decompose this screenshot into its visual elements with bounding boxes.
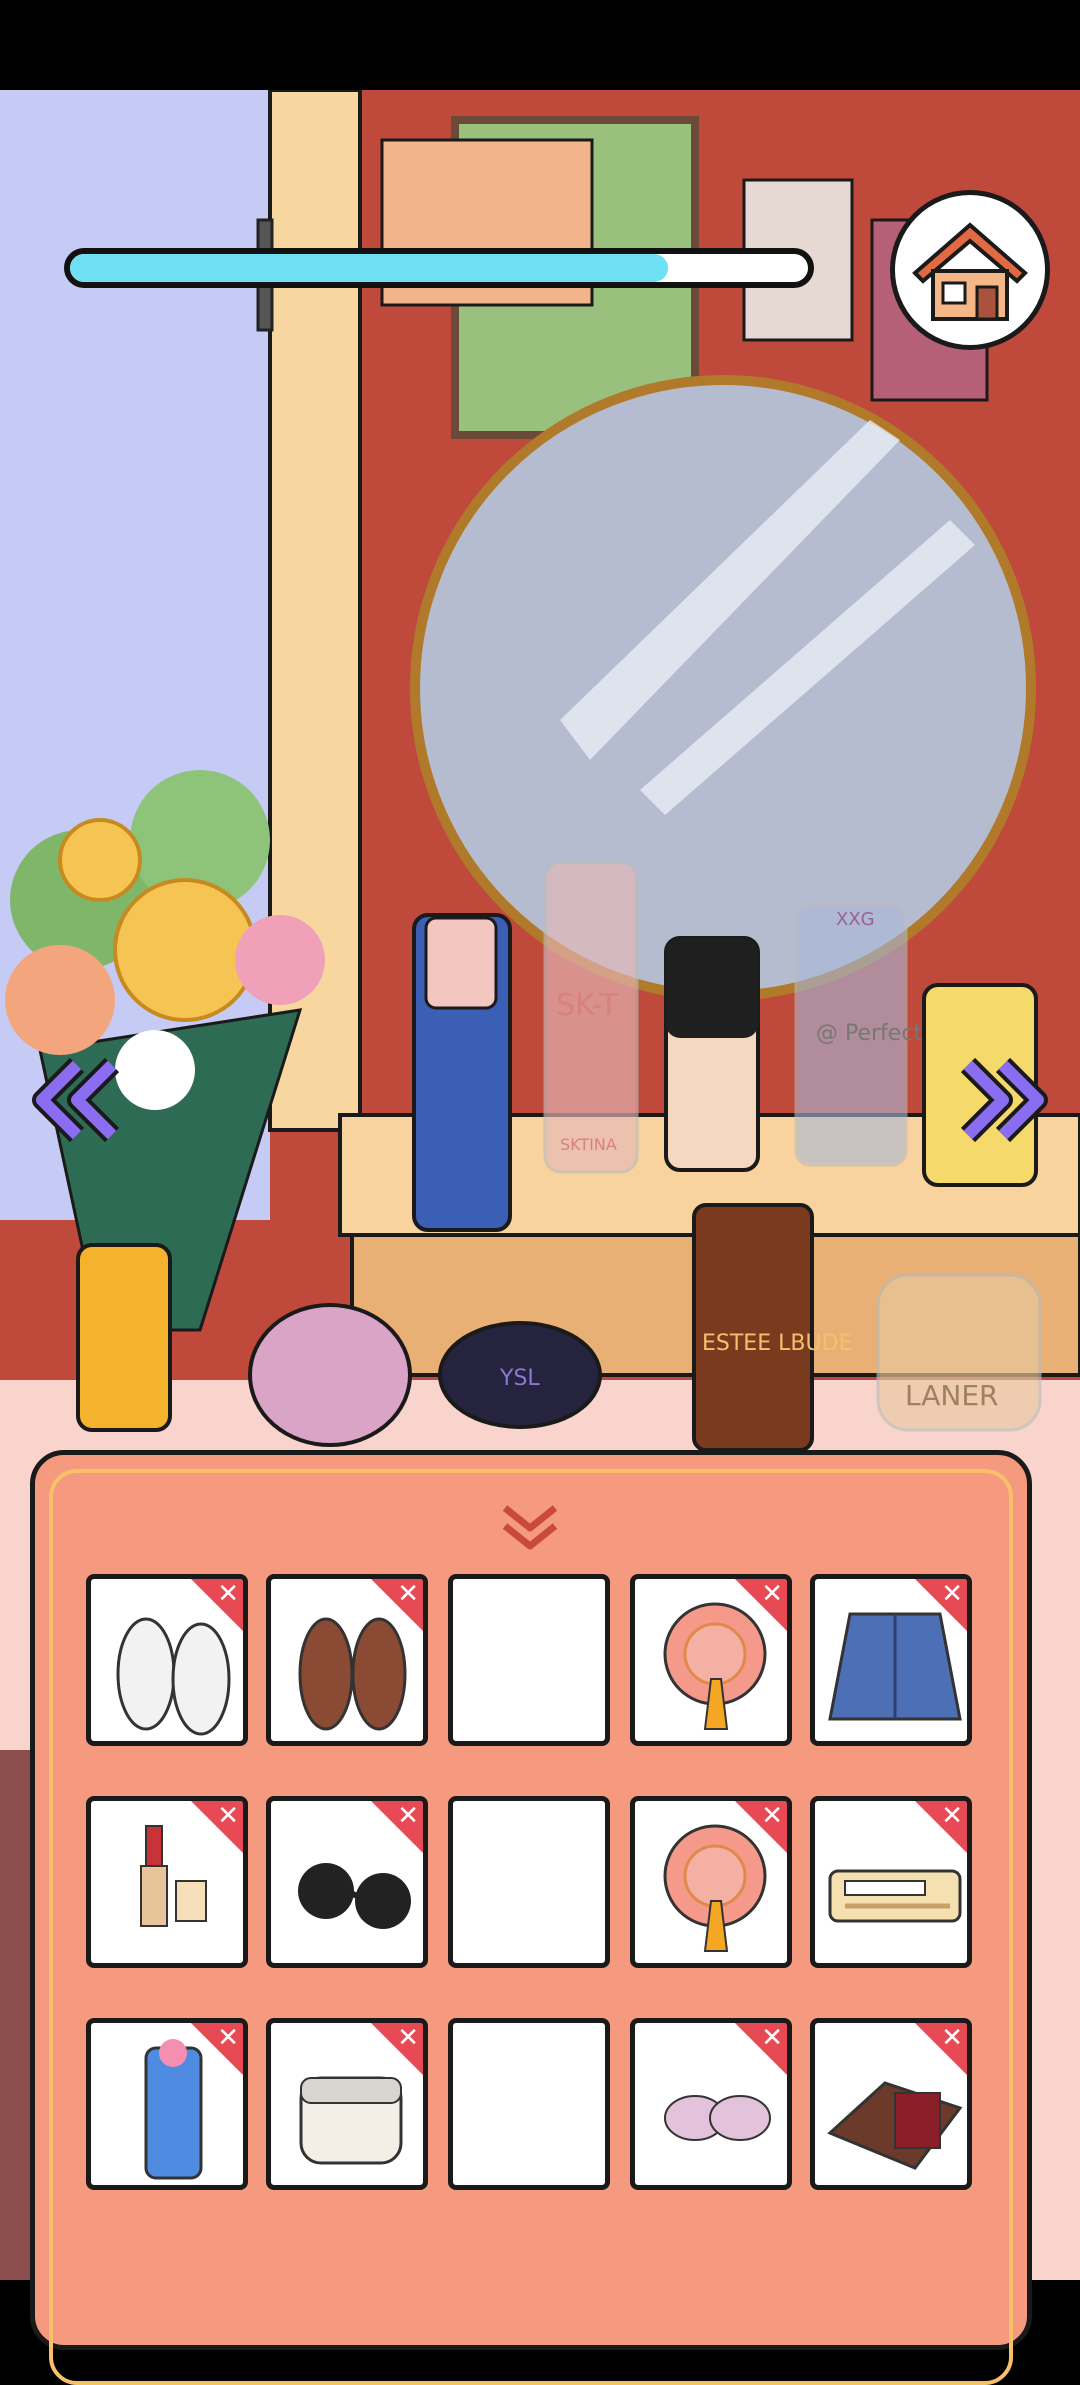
- inventory-slot-cream-jar[interactable]: LANER✕: [266, 2018, 428, 2190]
- sunscreen-bottle[interactable]: [76, 1243, 172, 1432]
- inventory-slot-empty-slot[interactable]: [448, 1796, 610, 1968]
- close-icon[interactable]: ✕: [397, 1801, 419, 1831]
- double-chevron-down-icon: [502, 1505, 558, 1550]
- serum-bottle[interactable]: [692, 1203, 814, 1452]
- inventory-slot-passport-wallet[interactable]: ✕: [810, 2018, 972, 2190]
- inventory-slot-lace-bra[interactable]: ✕: [630, 2018, 792, 2190]
- level-progress-fill: [70, 254, 668, 282]
- home-icon: [912, 222, 1028, 321]
- double-chevron-right-icon: [960, 1057, 1048, 1143]
- close-icon[interactable]: ✕: [761, 1579, 783, 1609]
- svg-text:XXG: XXG: [836, 909, 875, 930]
- inventory-slot-empty-slot[interactable]: [448, 2018, 610, 2190]
- close-icon[interactable]: ✕: [761, 2023, 783, 2053]
- inventory-slot-pink-sun-hat[interactable]: ✕: [630, 1796, 792, 1968]
- prev-scene-button[interactable]: [22, 1045, 132, 1155]
- close-icon[interactable]: ✕: [941, 1801, 963, 1831]
- inventory-slot-pink-sun-hat[interactable]: ✕: [630, 1574, 792, 1746]
- inventory-slot-toothbrush-kit[interactable]: ✕: [810, 1796, 972, 1968]
- inventory-slot-brown-oxford-shoes[interactable]: ✕: [266, 1574, 428, 1746]
- close-icon[interactable]: ✕: [397, 1579, 419, 1609]
- next-scene-button[interactable]: [948, 1045, 1058, 1155]
- svg-text:SK-T: SK-T: [556, 988, 619, 1023]
- inventory-slot-empty-slot[interactable]: [448, 1574, 610, 1746]
- inventory-slot-denim-jacket[interactable]: ✕: [810, 1574, 972, 1746]
- close-icon[interactable]: ✕: [217, 2023, 239, 2053]
- close-icon[interactable]: ✕: [397, 2023, 419, 2053]
- home-button[interactable]: [890, 190, 1050, 350]
- inventory-slot-white-sneakers[interactable]: ✕: [86, 1574, 248, 1746]
- close-icon[interactable]: ✕: [941, 1579, 963, 1609]
- close-icon[interactable]: ✕: [217, 1801, 239, 1831]
- collapse-inventory-button[interactable]: [495, 1498, 565, 1558]
- svg-text:YSL: YSL: [499, 1366, 540, 1391]
- svg-text:LANER: LANER: [905, 1379, 999, 1412]
- close-icon[interactable]: ✕: [217, 1579, 239, 1609]
- inventory-slot-lipstick-set[interactable]: ✕: [86, 1796, 248, 1968]
- double-chevron-left-icon: [32, 1057, 120, 1143]
- perfume-bottle-pink[interactable]: [248, 1303, 412, 1447]
- inventory-slot-cleanser-tube[interactable]: Perfect Mhop✕: [86, 2018, 248, 2190]
- close-icon[interactable]: ✕: [941, 2023, 963, 2053]
- svg-text:SKTINA: SKTINA: [560, 1135, 617, 1154]
- svg-text:ESTEE LBUDE: ESTEE LBUDE: [702, 1331, 852, 1356]
- level-progress-bar: [64, 248, 814, 288]
- close-icon[interactable]: ✕: [761, 1801, 783, 1831]
- status-bar: [0, 0, 1080, 90]
- inventory-slot-sunglasses[interactable]: ✕: [266, 1796, 428, 1968]
